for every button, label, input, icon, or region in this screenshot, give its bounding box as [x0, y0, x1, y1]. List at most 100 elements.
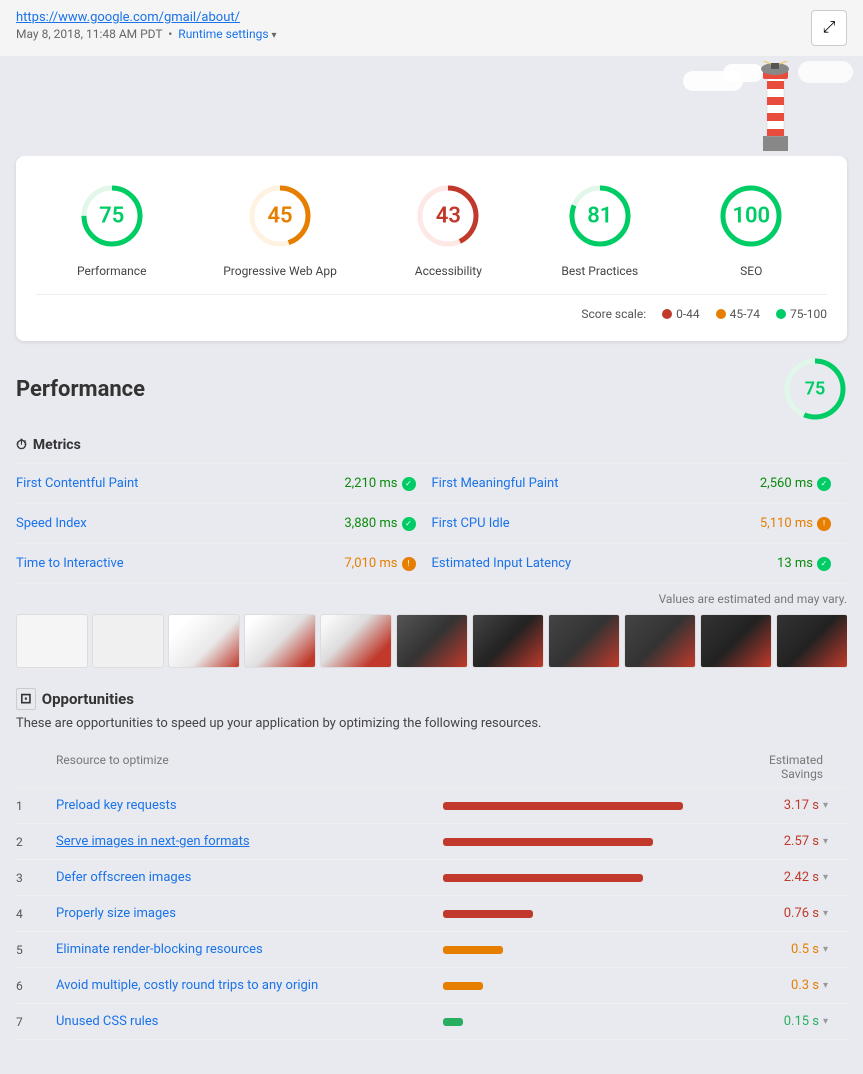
performance-section-title: Performance 75: [16, 357, 847, 421]
opportunity-row: 4 Properly size images 0.76 s ▾: [16, 896, 847, 932]
opportunities-section: ⊡ Opportunities These are opportunities …: [16, 688, 847, 1040]
metric-value: 2,560 ms ✓: [760, 476, 831, 491]
filmstrip-frame: [776, 614, 847, 668]
opp-bar: [443, 982, 483, 990]
score-item-seo: 100 SEO: [711, 176, 791, 278]
report-date: May 8, 2018, 11:48 AM PDT: [16, 27, 162, 41]
opp-bar: [443, 874, 643, 882]
opp-savings: 0.3 s: [743, 978, 819, 993]
scale-item: 0-44: [662, 307, 700, 321]
main-content: Performance 75 ⏱ Metrics First Contentfu…: [0, 341, 863, 1056]
opportunity-row: 1 Preload key requests 3.17 s ▾: [16, 788, 847, 824]
chevron-down-icon[interactable]: ▾: [823, 908, 847, 919]
metric-name[interactable]: First CPU Idle: [432, 516, 510, 531]
opp-name[interactable]: Preload key requests: [56, 798, 443, 813]
col-bar: [443, 753, 743, 781]
score-item-pwa: 45 Progressive Web App: [223, 176, 337, 278]
performance-score-circle: 75: [783, 357, 847, 421]
opp-number: 5: [16, 943, 56, 957]
filmstrip-frame: [548, 614, 620, 668]
score-label-accessibility: Accessibility: [415, 264, 482, 278]
opp-savings: 2.42 s: [743, 870, 819, 885]
opportunity-row: 7 Unused CSS rules 0.15 s ▾: [16, 1004, 847, 1040]
opportunities-list: 1 Preload key requests 3.17 s ▾ 2 Serve …: [16, 788, 847, 1040]
score-label-pwa: Progressive Web App: [223, 264, 337, 278]
opp-name[interactable]: Properly size images: [56, 906, 443, 921]
header-meta: May 8, 2018, 11:48 AM PDT • Runtime sett…: [16, 27, 277, 41]
metrics-grid: First Contentful Paint 2,210 ms ✓ First …: [16, 463, 847, 584]
chevron-down-icon[interactable]: ▾: [823, 1016, 847, 1027]
opp-bar-wrap: [443, 982, 743, 990]
metric-name[interactable]: First Contentful Paint: [16, 476, 138, 491]
opportunity-row: 3 Defer offscreen images 2.42 s ▾: [16, 860, 847, 896]
score-label-seo: SEO: [740, 264, 762, 278]
perf-score-value: 75: [805, 379, 826, 400]
opp-number: 6: [16, 979, 56, 993]
score-num-performance: 75: [99, 204, 124, 229]
opp-name[interactable]: Unused CSS rules: [56, 1014, 443, 1029]
opp-number: 3: [16, 871, 56, 885]
performance-title: Performance: [16, 377, 145, 402]
opp-bar-wrap: [443, 910, 743, 918]
col-chevron: [823, 753, 847, 781]
opp-number: 7: [16, 1015, 56, 1029]
metric-row: First CPU Idle 5,110 ms !: [432, 504, 848, 544]
share-button[interactable]: ⤢: [811, 10, 847, 46]
opp-name[interactable]: Avoid multiple, costly round trips to an…: [56, 978, 443, 993]
filmstrip-frame: [396, 614, 468, 668]
opp-name[interactable]: Eliminate render-blocking resources: [56, 942, 443, 957]
filmstrip-frame: [320, 614, 392, 668]
filmstrip-frame: [624, 614, 696, 668]
scale-item: 75-100: [776, 307, 827, 321]
lighthouse-hero: [0, 56, 863, 156]
scale-item: 45-74: [716, 307, 760, 321]
scores-row: 75 Performance 45 Progressive Web App 43…: [36, 176, 827, 278]
score-circle-best_practices: 81: [560, 176, 640, 256]
opp-bar: [443, 946, 503, 954]
opportunities-table-header: Resource to optimize Estimated Savings: [16, 747, 847, 788]
metric-row: Time to Interactive 7,010 ms !: [16, 544, 432, 584]
opportunities-title: Opportunities: [42, 690, 134, 708]
opportunity-row: 5 Eliminate render-blocking resources 0.…: [16, 932, 847, 968]
filmstrip: [16, 614, 847, 668]
opp-number: 1: [16, 799, 56, 813]
metric-name[interactable]: Estimated Input Latency: [432, 556, 572, 571]
opportunities-icon: ⊡: [16, 688, 36, 710]
opportunity-row: 2 Serve images in next-gen formats 2.57 …: [16, 824, 847, 860]
filmstrip-frame: [92, 614, 164, 668]
opp-name[interactable]: Defer offscreen images: [56, 870, 443, 885]
opp-savings: 3.17 s: [743, 798, 819, 813]
clock-icon: ⏱: [16, 437, 27, 453]
metric-value: 5,110 ms !: [760, 516, 831, 531]
score-num-seo: 100: [732, 204, 770, 229]
chevron-down-icon[interactable]: ▾: [823, 944, 847, 955]
metric-name[interactable]: Speed Index: [16, 516, 87, 531]
score-num-best_practices: 81: [587, 204, 612, 229]
estimated-note: Values are estimated and may vary.: [16, 592, 847, 606]
opp-bar: [443, 802, 683, 810]
chevron-down-icon[interactable]: ▾: [823, 800, 847, 811]
filmstrip-frame: [244, 614, 316, 668]
metric-name[interactable]: First Meaningful Paint: [432, 476, 559, 491]
filmstrip-frame: [700, 614, 772, 668]
score-circle-seo: 100: [711, 176, 791, 256]
opp-savings: 0.5 s: [743, 942, 819, 957]
status-dot-green: ✓: [402, 477, 416, 491]
page-url[interactable]: https://www.google.com/gmail/about/: [16, 10, 277, 25]
score-circle-accessibility: 43: [408, 176, 488, 256]
metric-name[interactable]: Time to Interactive: [16, 556, 124, 571]
chevron-down-icon[interactable]: ▾: [823, 836, 847, 847]
chevron-down-icon[interactable]: ▾: [823, 872, 847, 883]
chevron-down-icon[interactable]: ▾: [823, 980, 847, 991]
opp-name[interactable]: Serve images in next-gen formats: [56, 834, 443, 849]
lighthouse-graphic: [743, 61, 808, 156]
opp-number: 2: [16, 835, 56, 849]
opp-savings: 0.76 s: [743, 906, 819, 921]
metric-value: 2,210 ms ✓: [344, 476, 415, 491]
scale-dot: [662, 309, 672, 319]
runtime-settings-link[interactable]: Runtime settings: [178, 27, 268, 41]
col-resource-label: Resource to optimize: [56, 753, 443, 781]
score-circle-pwa: 45: [240, 176, 320, 256]
opportunities-description: These are opportunities to speed up your…: [16, 716, 847, 731]
col-num: [16, 753, 56, 781]
